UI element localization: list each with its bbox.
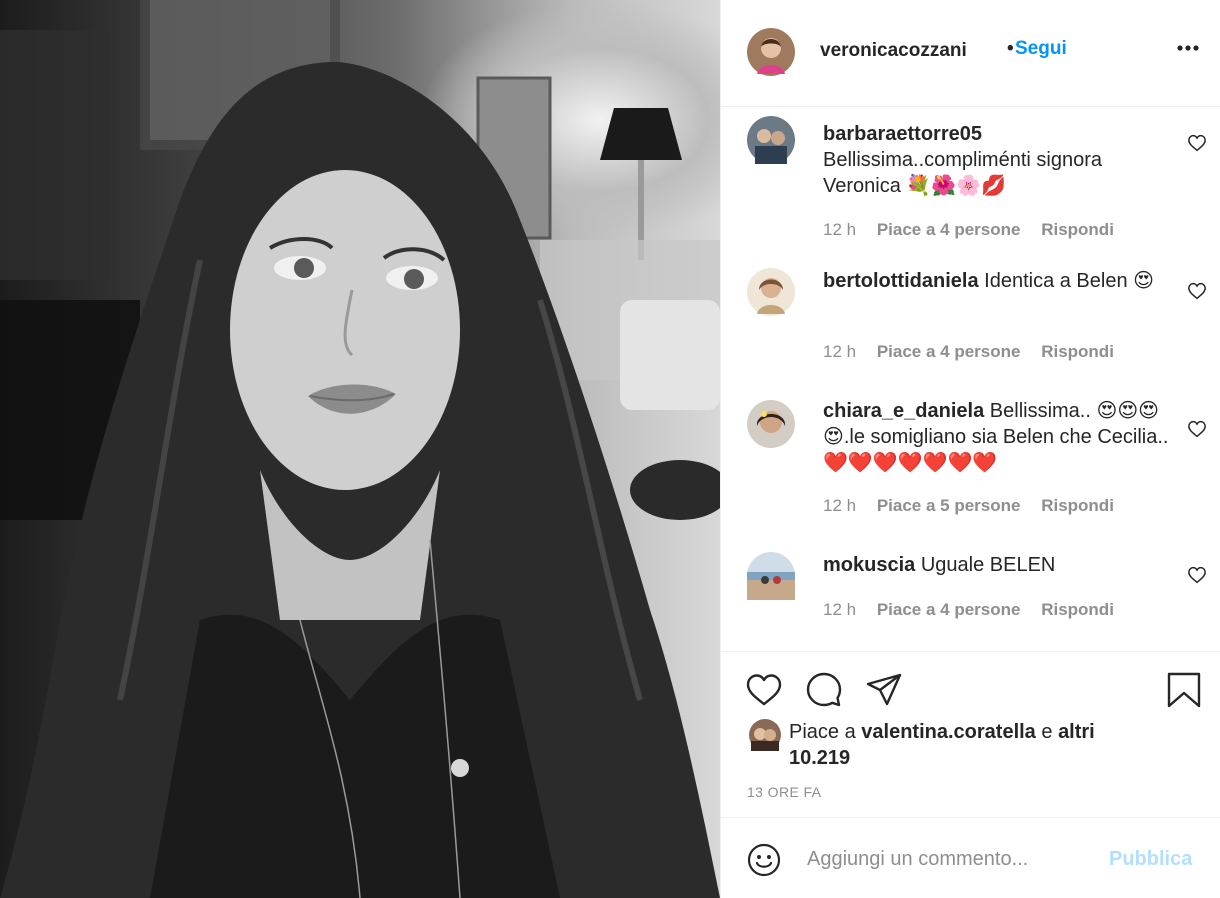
likes-prefix: Piace a — [789, 721, 856, 743]
comment-heart-icon[interactable] — [1187, 566, 1207, 584]
comment-age: 12 h — [823, 220, 857, 239]
comment-meta: 12 h Piace a 4 persone Rispondi — [823, 342, 1130, 362]
commenter-avatar[interactable] — [747, 116, 795, 164]
comment-body: chiara_e_daniela Bellissima.. 😍😍😍😍.le so… — [823, 398, 1173, 476]
commenter-avatar[interactable] — [747, 268, 795, 316]
bookmark-icon[interactable] — [1165, 672, 1203, 708]
comment-text: Uguale BELEN — [920, 554, 1056, 576]
heart-icon[interactable] — [745, 672, 783, 708]
comment-heart-icon[interactable] — [1187, 282, 1207, 300]
comment-meta: 12 h Piace a 5 persone Rispondi — [823, 496, 1130, 516]
comment-body: mokuscia Uguale BELEN — [823, 552, 1173, 578]
comment-likes[interactable]: Piace a 4 persone — [877, 342, 1021, 361]
comment-body: bertolottidaniela Identica a Belen 😍 — [823, 268, 1173, 294]
likes-text: Piace a valentina.coratella e altri 10.2… — [789, 719, 1109, 771]
comment-username[interactable]: chiara_e_daniela — [823, 400, 984, 422]
comments-list[interactable]: barbaraettorre05 Bellissima..compliménti… — [721, 108, 1220, 650]
post-actions: Piace a valentina.coratella e altri 10.2… — [721, 651, 1220, 816]
post-header: veronicacozzani • Segui — [721, 0, 1220, 107]
reply-button[interactable]: Rispondi — [1041, 496, 1114, 515]
commenter-avatar[interactable] — [747, 552, 795, 600]
likes-user[interactable]: valentina.coratella — [861, 721, 1036, 743]
comment-meta: 12 h Piace a 4 persone Rispondi — [823, 600, 1130, 620]
more-horizontal-icon[interactable] — [1177, 44, 1199, 52]
header-separator: • — [1007, 38, 1014, 59]
comment-age: 12 h — [823, 342, 857, 361]
post-side-panel: veronicacozzani • Segui barbaraettorre05… — [720, 0, 1220, 898]
comment-likes[interactable]: Piace a 4 persone — [877, 600, 1021, 619]
comment-username[interactable]: barbaraettorre05 — [823, 123, 982, 145]
smiley-icon[interactable] — [747, 843, 781, 877]
comment-body: barbaraettorre05 Bellissima..compliménti… — [823, 121, 1173, 199]
comment-heart-icon[interactable] — [1187, 134, 1207, 152]
author-username[interactable]: veronicacozzani — [820, 40, 967, 62]
comment-username[interactable]: mokuscia — [823, 554, 915, 576]
comment-likes[interactable]: Piace a 5 persone — [877, 496, 1021, 515]
liker-avatar[interactable] — [749, 719, 781, 751]
comment-text: Bellissima..compliménti signora Veronica… — [823, 149, 1102, 197]
author-avatar[interactable] — [747, 28, 795, 76]
reply-button[interactable]: Rispondi — [1041, 600, 1114, 619]
comment-age: 12 h — [823, 600, 857, 619]
comment-username[interactable]: bertolottidaniela — [823, 270, 979, 292]
commenter-avatar[interactable] — [747, 400, 795, 448]
comment-likes[interactable]: Piace a 4 persone — [877, 220, 1021, 239]
post-timestamp[interactable]: 13 ORE FA — [747, 784, 821, 800]
comment-input[interactable] — [807, 842, 1107, 876]
publish-button[interactable]: Pubblica — [1109, 848, 1192, 871]
comment-bubble-icon[interactable] — [805, 672, 843, 708]
add-comment-bar: Pubblica — [721, 817, 1220, 898]
comment-meta: 12 h Piace a 4 persone Rispondi — [823, 220, 1130, 240]
comment-age: 12 h — [823, 496, 857, 515]
comment-text: Identica a Belen 😍 — [984, 270, 1154, 292]
reply-button[interactable]: Rispondi — [1041, 220, 1114, 239]
comment-heart-icon[interactable] — [1187, 420, 1207, 438]
likes-conj: e — [1041, 721, 1053, 743]
paper-plane-icon[interactable] — [865, 672, 903, 708]
photo-illustration — [0, 0, 720, 898]
reply-button[interactable]: Rispondi — [1041, 342, 1114, 361]
post-photo[interactable] — [0, 0, 720, 898]
follow-button[interactable]: Segui — [1015, 38, 1067, 60]
